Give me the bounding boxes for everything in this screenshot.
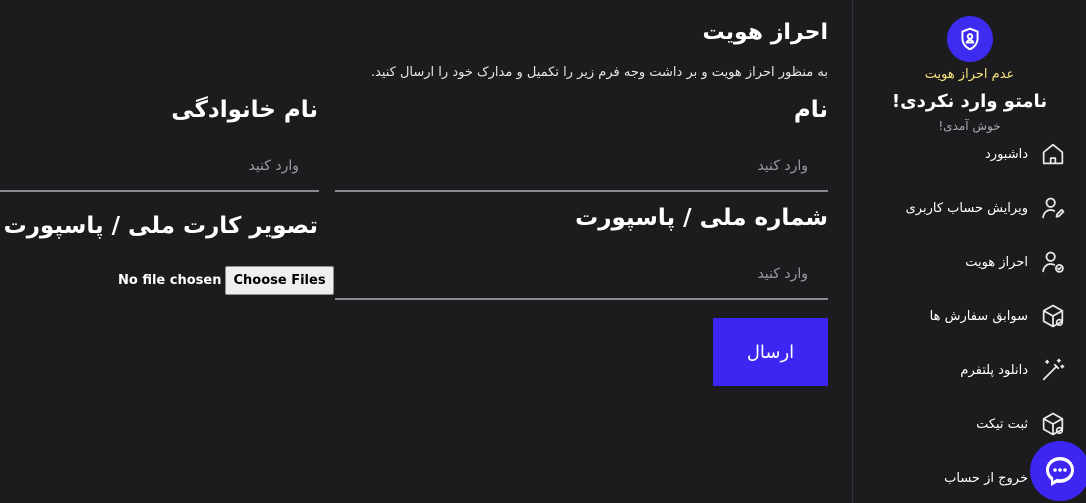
national-id-label: شماره ملی / پاسپورت <box>575 205 828 231</box>
shield-user-icon <box>961 27 979 51</box>
sidebar-item-label: ویرایش حساب کاربری <box>905 200 1028 216</box>
last-name-label: نام خانوادگی <box>171 97 318 123</box>
sidebar-item-dashboard[interactable]: داشبورد <box>868 136 1068 172</box>
magic-wand-icon <box>1038 355 1068 385</box>
app-root: عدم احراز هویت نامتو وارد نکردی! خوش آمد… <box>0 0 1086 503</box>
box-edit-icon <box>1038 409 1068 439</box>
national-id-input[interactable] <box>335 258 828 300</box>
sidebar-item-download-platform[interactable]: دانلود پلتفرم <box>868 352 1068 388</box>
user-name: نامتو وارد نکردی! <box>891 91 1048 112</box>
sidebar-item-label: سوابق سفارش ها <box>929 308 1028 324</box>
page-title: احراز هویت <box>702 20 828 45</box>
first-name-input[interactable] <box>335 150 828 192</box>
sidebar-item-label: داشبورد <box>985 146 1028 162</box>
avatar[interactable] <box>947 16 993 62</box>
sidebar-item-order-history[interactable]: سوابق سفارش ها <box>868 298 1068 334</box>
first-name-label: نام <box>793 97 828 123</box>
home-icon <box>1038 139 1068 169</box>
sidebar: عدم احراز هویت نامتو وارد نکردی! خوش آمد… <box>852 0 1086 503</box>
sidebar-item-label: دانلود پلتفرم <box>960 362 1028 378</box>
page-description: به منظور احراز هویت و بر داشت وجه فرم زی… <box>370 65 828 80</box>
verification-status: عدم احراز هویت <box>924 67 1015 82</box>
chat-button[interactable] <box>1030 441 1086 501</box>
welcome-text: خوش آمدی! <box>938 119 1001 133</box>
user-edit-icon <box>1038 193 1068 223</box>
sidebar-item-edit-account[interactable]: ویرایش حساب کاربری <box>868 190 1068 226</box>
submit-button[interactable]: ارسال <box>713 318 828 386</box>
sidebar-item-label: احراز هویت <box>965 254 1028 270</box>
sidebar-item-verification[interactable]: احراز هویت <box>868 244 1068 280</box>
file-status-text: No file chosen <box>118 273 222 288</box>
last-name-input[interactable] <box>0 150 319 192</box>
choose-files-button[interactable]: Choose Files <box>225 266 334 295</box>
sidebar-item-label: ثبت تیکت <box>976 416 1028 432</box>
sidebar-item-label: خروج از حساب <box>944 470 1028 486</box>
box-icon <box>1038 301 1068 331</box>
user-check-icon <box>1038 247 1068 277</box>
file-upload: No file chosen Choose Files <box>118 266 334 295</box>
id-image-label: تصویر کارت ملی / پاسپورت <box>3 213 318 239</box>
chat-icon <box>1046 457 1074 486</box>
sidebar-item-submit-ticket[interactable]: ثبت تیکت <box>868 406 1068 442</box>
